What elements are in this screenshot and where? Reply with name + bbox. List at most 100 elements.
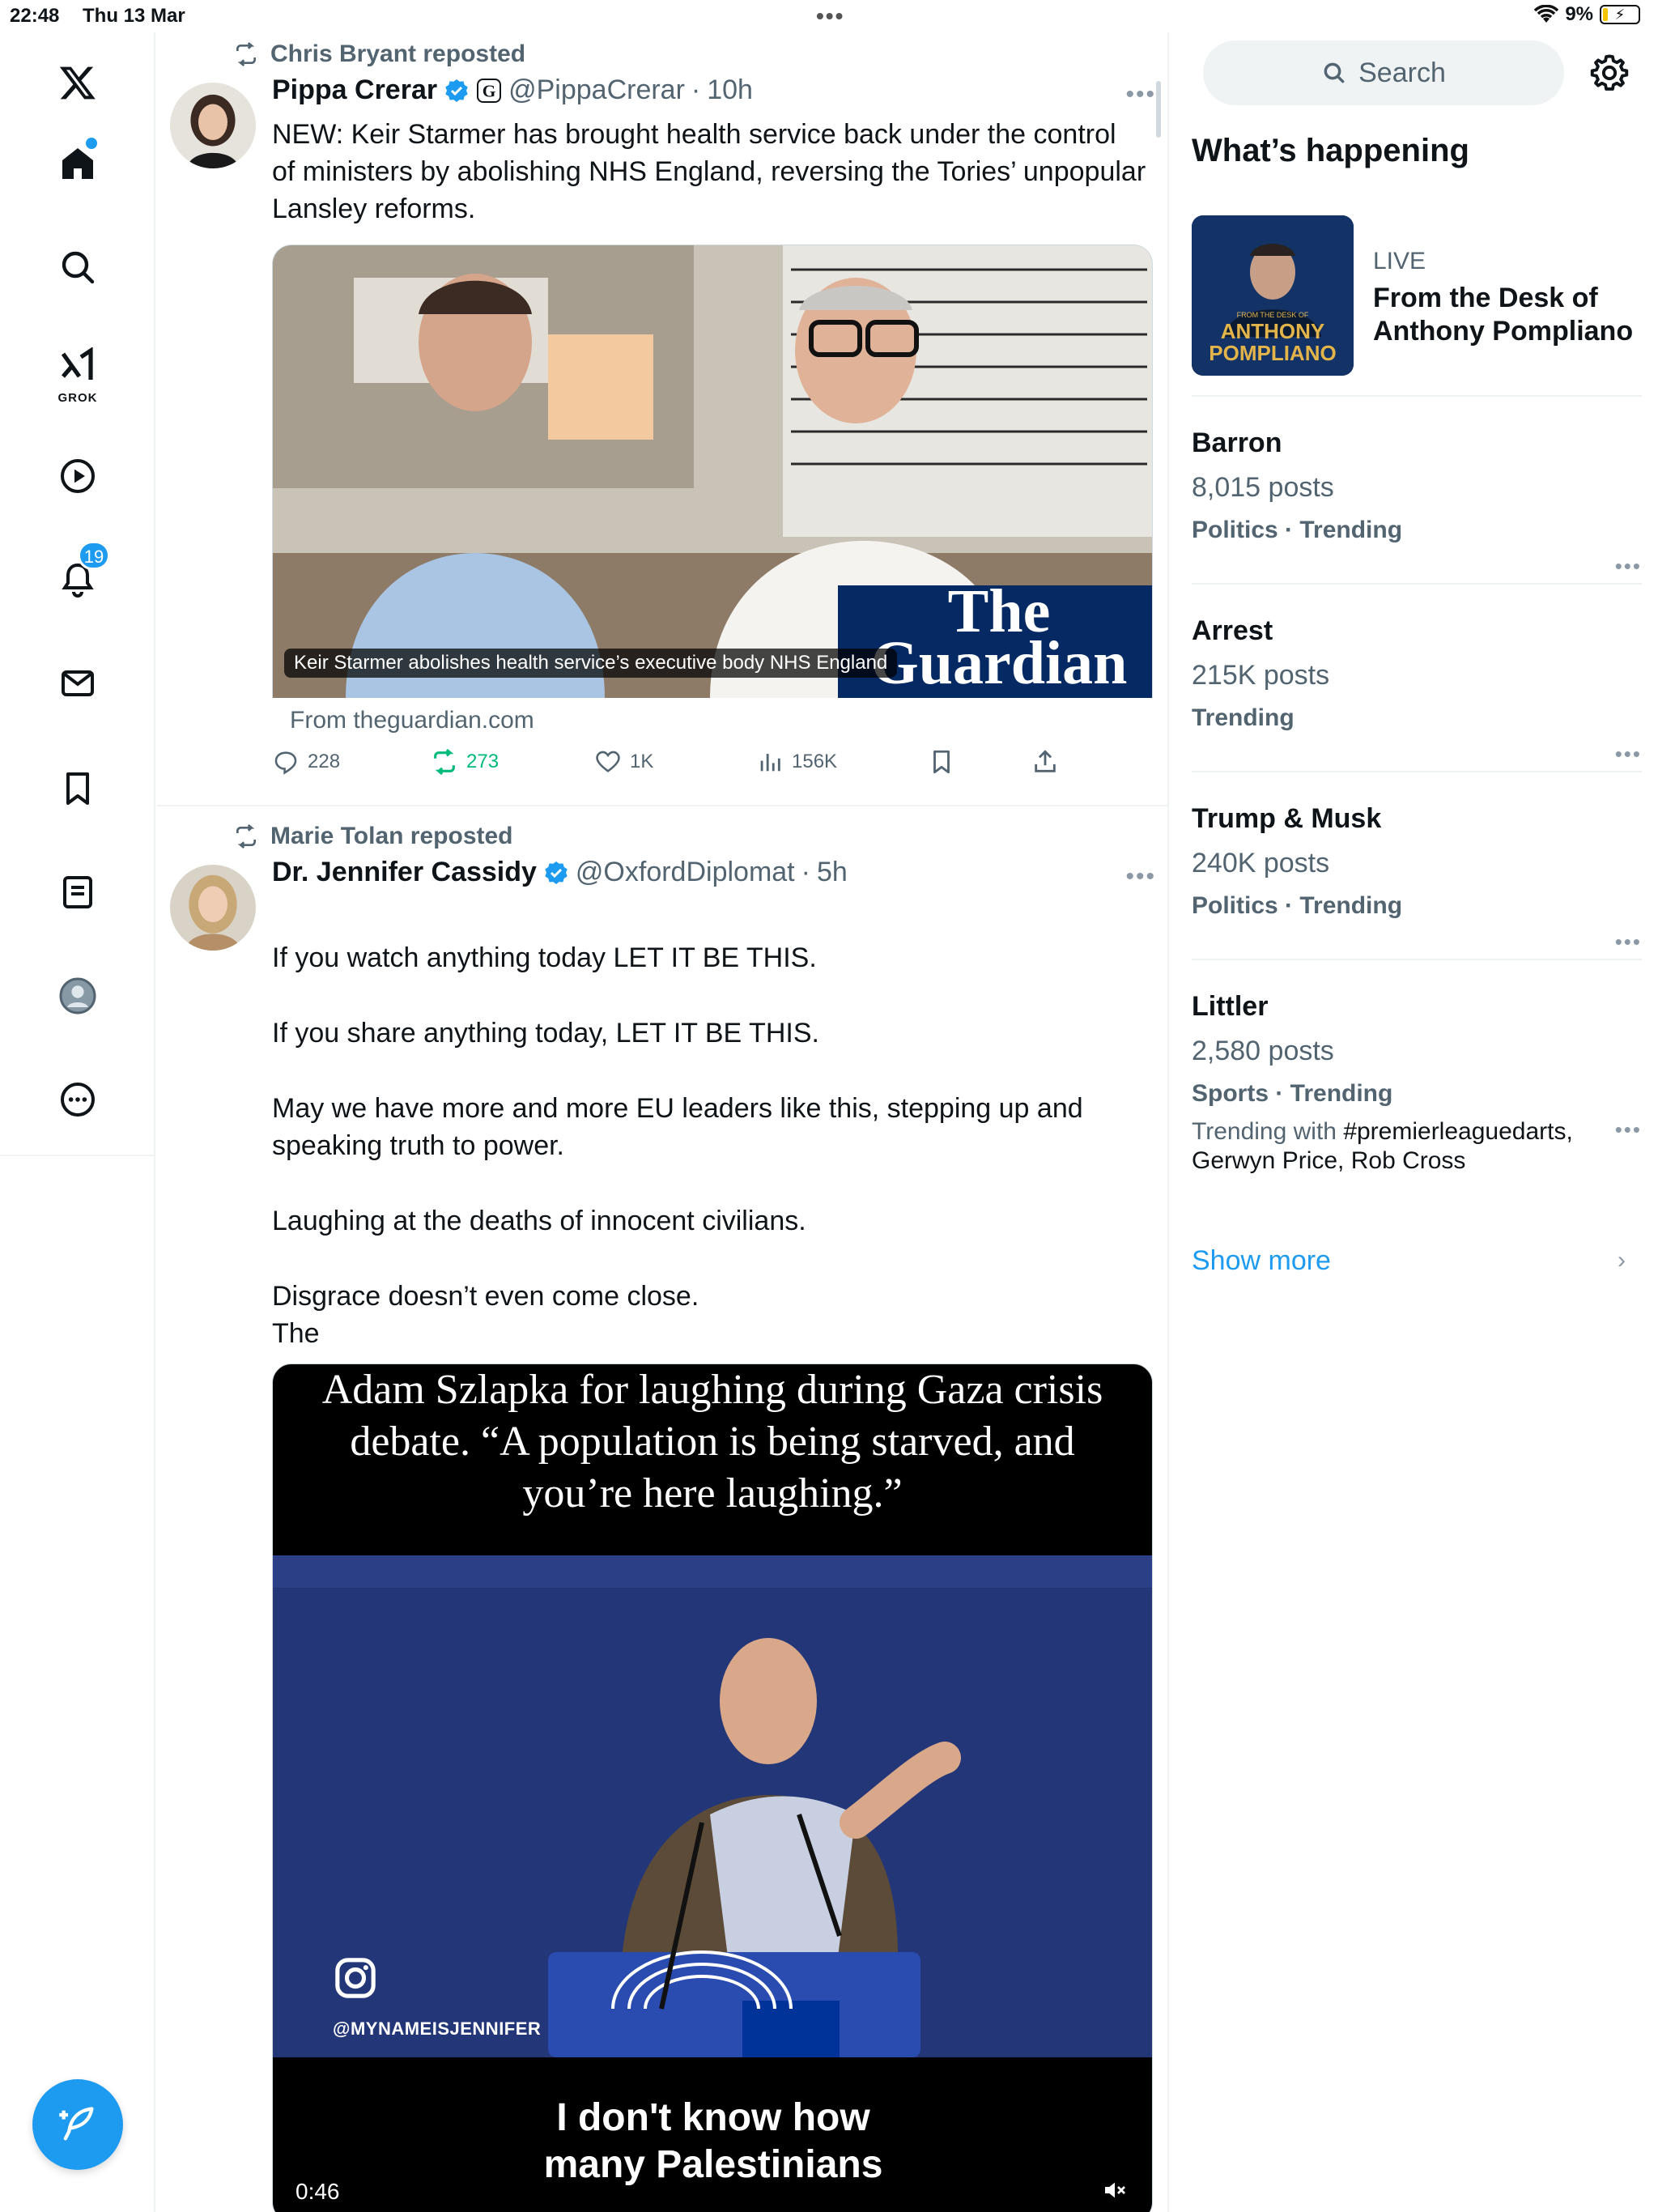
trend-category: Politics · Trending [1192,892,1403,919]
bookmark-icon [66,772,89,805]
status-bar: 22:48 Thu 13 Mar ••• 9% ⚡ [0,0,1658,32]
tweet-time[interactable]: 10h [707,74,753,106]
verified-badge-icon [445,79,468,102]
video-duration: 0:46 [295,2179,340,2204]
compose-button[interactable] [32,2079,123,2170]
notifications-badge: 19 [78,541,110,570]
search-placeholder: Search [1358,57,1446,88]
repost-context: Chris Bryant reposted [233,40,525,68]
video-player[interactable]: Adam Szlapka for laughing during Gaza cr… [272,1363,1153,2212]
trend-more-icon[interactable]: ••• [1615,1117,1642,1142]
battery-percent: 9% [1565,3,1593,25]
trend-item[interactable]: Littler 2,580 posts Sports · Trending Tr… [1192,991,1642,1176]
instagram-icon [335,1958,376,1998]
trend-name: Barron [1192,428,1282,458]
tweet-text-line-2: If you share anything today, LET IT BE T… [272,1018,819,1049]
nav-more[interactable] [45,1067,110,1132]
trend-category: Sports · Trending [1192,1080,1393,1107]
link-card-image[interactable]: The Guardian Keir Starmer abolishes heal… [272,245,1153,698]
repost-context: Marie Tolan reposted [233,823,513,850]
mute-icon[interactable] [1102,2177,1128,2203]
tweet-header: Pippa Crerar G @PippaCrerar · 10h [272,74,753,106]
tweet-more-icon[interactable]: ••• [1125,81,1156,108]
trend-more-icon[interactable]: ••• [1615,929,1642,955]
live-title: From the Desk of Anthony Pompliano [1373,283,1634,347]
bookmark-button[interactable] [928,748,955,776]
timeline[interactable]: Chris Bryant reposted Pippa Crerar G @Pi… [157,32,1169,2212]
author-handle[interactable]: @PippaCrerar [508,74,685,106]
trend-with-prefix: Trending with [1192,1118,1344,1145]
share-button[interactable] [1031,748,1059,776]
nav-video[interactable] [45,444,110,508]
trend-more-icon[interactable]: ••• [1615,554,1642,579]
views-chart-icon [760,754,780,772]
repost-icon [236,823,256,849]
like-button[interactable]: 1K [594,748,653,776]
trend-posts: 215K posts [1192,660,1330,691]
home-unread-dot [86,138,97,149]
avatar-photo-icon [170,865,256,951]
nav-lists[interactable] [45,860,110,925]
battery-icon: ⚡ [1600,5,1640,24]
profile-avatar-icon [59,977,96,1015]
status-right: 9% ⚡ [1534,3,1640,26]
views-button[interactable]: 156K [756,748,837,776]
multitask-dots-icon[interactable]: ••• [816,3,844,29]
whats-happening-heading: What’s happening [1192,133,1469,168]
live-thumb-small: FROM THE DESK OF [1236,311,1309,319]
svg-text:G: G [483,81,496,100]
nav-notifications[interactable]: 19 [45,541,110,612]
gear-icon[interactable] [1588,52,1630,94]
trend-divider [1192,395,1642,397]
tweet-jennifer-cassidy[interactable]: Marie Tolan reposted Dr. Jennifer Cassid… [157,808,1167,2212]
reply-button[interactable]: 228 [272,748,340,776]
search-icon [1324,62,1345,83]
tweet-text-line-3: May we have more and more EU leaders lik… [272,1093,1083,1161]
live-thumb-name: ANTHONY POMPLIANO [1192,321,1354,364]
share-icon [1035,750,1056,772]
author-name[interactable]: Dr. Jennifer Cassidy [272,857,537,888]
reposted-by-label: Chris Bryant reposted [270,40,526,67]
tweet-pippa-crerar[interactable]: Chris Bryant reposted Pippa Crerar G @Pi… [157,32,1167,808]
tweet-more-icon[interactable]: ••• [1125,863,1156,891]
live-label: LIVE [1373,248,1426,274]
video-watermark: @MYNAMEISJENNIFER [333,2018,542,2039]
trend-more-icon[interactable]: ••• [1615,742,1642,767]
x-logo-icon[interactable] [45,50,110,115]
trend-name: Arrest [1192,615,1273,646]
live-event-card[interactable]: FROM THE DESK OF ANTHONY POMPLIANO LIVE … [1192,215,1633,377]
nav-messages[interactable] [45,651,110,716]
nav-home[interactable] [45,131,110,196]
search-input[interactable]: Search [1203,40,1564,105]
author-name[interactable]: Pippa Crerar [272,74,437,106]
dot-separator: · [691,74,701,105]
trend-item[interactable]: Arrest 215K posts Trending ••• [1192,615,1642,766]
repost-button[interactable]: 273 [431,748,499,776]
nav-bookmarks[interactable] [45,756,110,821]
trend-divider [1192,959,1642,960]
link-card-caption: Keir Starmer abolishes health service’s … [284,649,898,678]
nav-profile[interactable] [45,963,110,1028]
link-card-source[interactable]: From theguardian.com [290,707,534,734]
repost-icon [236,41,256,67]
status-time: 22:48 [10,5,60,27]
author-handle[interactable]: @OxfordDiplomat [576,857,795,888]
tweet-text-line-1: If you watch anything today LET IT BE TH… [272,942,817,973]
reposted-by-label: Marie Tolan reposted [270,823,513,849]
nav-grok[interactable]: GROK [45,338,110,405]
video-subtitle: I don't know how many Palestinians [543,2096,883,2186]
repost-active-icon [434,748,455,776]
avatar[interactable] [170,83,256,168]
trend-category: Politics · Trending [1192,517,1403,543]
tweet-time[interactable]: 5h [817,857,848,888]
trend-item[interactable]: Barron 8,015 posts Politics · Trending •… [1192,428,1642,578]
avatar[interactable] [170,865,256,951]
show-more-link[interactable]: Show more [1192,1245,1331,1277]
trend-item[interactable]: Trump & Musk 240K posts Politics · Trend… [1192,803,1642,954]
affiliate-badge-icon: G [477,78,502,103]
nav-explore[interactable] [45,235,110,300]
trend-divider [1192,771,1642,772]
tweet-text-line-5: Disgrace doesn’t even come close. [272,1281,699,1312]
x-logo-svg [59,66,96,100]
reply-count: 228 [308,751,341,772]
